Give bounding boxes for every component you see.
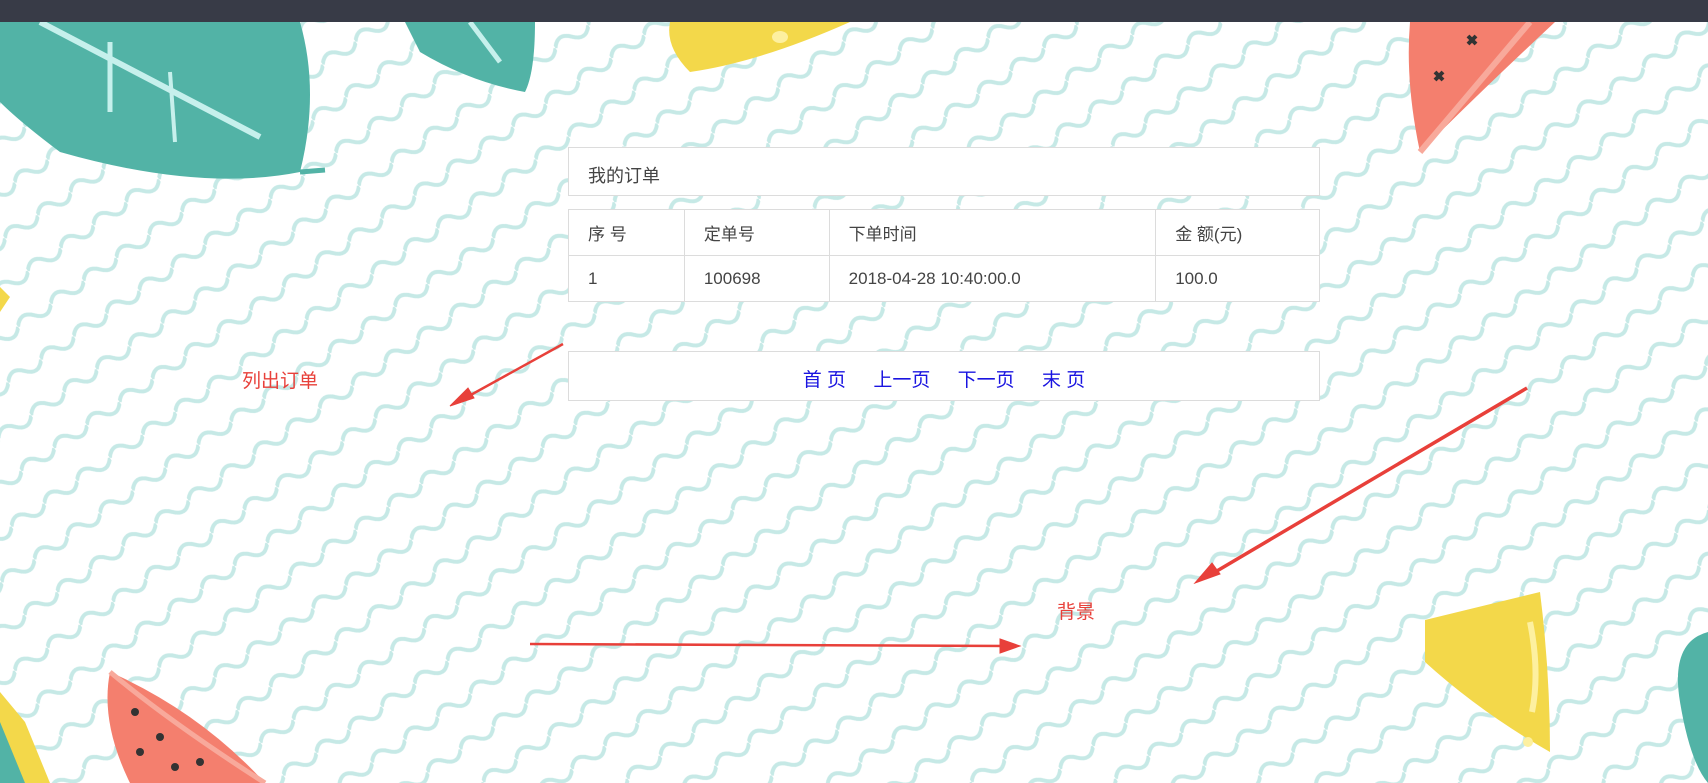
browser-top-bar xyxy=(0,0,1708,22)
annotation-list-orders: 列出订单 xyxy=(242,371,319,392)
cell-amount: 100.0 xyxy=(1155,255,1320,302)
page-title: 我的订单 xyxy=(588,166,660,186)
pagination-panel: 首 页 上一页 下一页 末 页 xyxy=(568,351,1320,401)
column-header-index: 序 号 xyxy=(568,209,685,256)
table-row: 1 100698 2018-04-28 10:40:00.0 100.0 xyxy=(568,255,1320,302)
orders-table: 序 号 定单号 下单时间 金 额(元) 1 100698 2018-04-28 … xyxy=(568,209,1320,302)
prev-page-link[interactable]: 上一页 xyxy=(873,370,930,391)
background-pattern xyxy=(0,22,1708,783)
next-page-link[interactable]: 下一页 xyxy=(958,370,1015,391)
cell-index: 1 xyxy=(568,255,685,302)
cell-order-number: 100698 xyxy=(683,255,830,302)
column-header-order-number: 定单号 xyxy=(683,209,830,256)
table-header-row: 序 号 定单号 下单时间 金 额(元) xyxy=(568,209,1320,256)
pagination: 首 页 上一页 下一页 末 页 xyxy=(569,365,1319,392)
column-header-amount: 金 额(元) xyxy=(1155,209,1320,256)
column-header-order-time: 下单时间 xyxy=(828,209,1157,256)
orders-header-panel: 我的订单 xyxy=(568,147,1320,196)
last-page-link[interactable]: 末 页 xyxy=(1042,370,1085,391)
first-page-link[interactable]: 首 页 xyxy=(803,370,846,391)
annotation-background: 背景 xyxy=(1057,602,1096,623)
cell-order-time: 2018-04-28 10:40:00.0 xyxy=(828,255,1157,302)
